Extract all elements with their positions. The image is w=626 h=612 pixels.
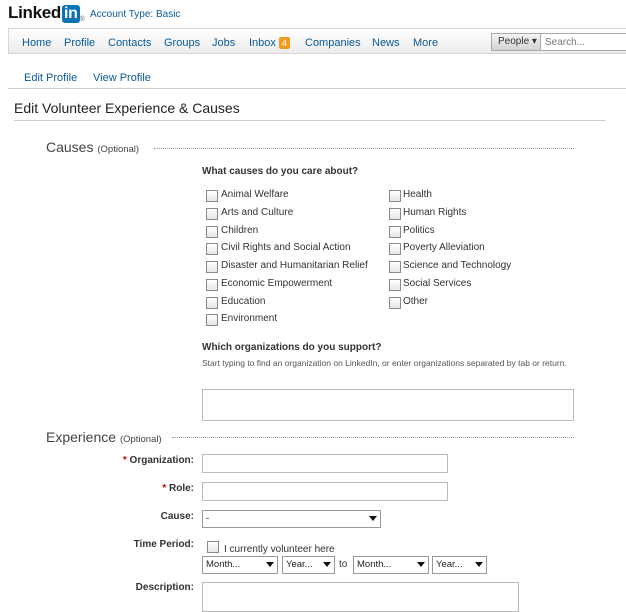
nav-home[interactable]: Home <box>22 37 51 49</box>
to-text: to <box>339 559 348 570</box>
organization-label: * Organization: <box>94 455 194 466</box>
label-animal-welfare: Animal Welfare <box>221 189 289 200</box>
time-period-label: Time Period: <box>133 539 194 550</box>
checkbox-currently-volunteer[interactable] <box>207 541 219 553</box>
title-divider <box>14 120 606 121</box>
nav-jobs[interactable]: Jobs <box>212 37 235 49</box>
label-currently-volunteer: I currently volunteer here <box>224 544 335 555</box>
causes-question: What causes do you care about? <box>202 166 359 177</box>
end-year-select[interactable]: Year... <box>432 556 487 574</box>
end-month-select[interactable]: Month... <box>353 556 429 574</box>
organizations-help: Start typing to find an organization on … <box>202 358 567 368</box>
start-month-select[interactable]: Month... <box>202 556 278 574</box>
checkbox-disaster-relief[interactable] <box>206 261 218 273</box>
label-science-technology: Science and Technology <box>403 260 512 271</box>
checkbox-education[interactable] <box>206 297 218 309</box>
role-label-text: Role: <box>169 483 194 494</box>
checkbox-children[interactable] <box>206 226 218 238</box>
checkbox-poverty-alleviation[interactable] <box>389 243 401 255</box>
nav-contacts[interactable]: Contacts <box>108 37 151 49</box>
checkbox-arts-and-culture[interactable] <box>206 208 218 220</box>
label-health: Health <box>403 189 432 200</box>
causes-heading: Causes (Optional) <box>46 139 139 155</box>
cause-label: Cause: <box>160 511 194 522</box>
label-arts-and-culture: Arts and Culture <box>221 207 294 218</box>
checkbox-politics[interactable] <box>389 226 401 238</box>
chevron-down-icon <box>266 562 274 567</box>
label-education: Education <box>221 296 266 307</box>
nav-inbox[interactable]: Inbox 4 <box>249 37 290 49</box>
cause-select[interactable]: - <box>202 510 381 528</box>
label-poverty-alleviation: Poverty Alleviation <box>403 242 485 253</box>
required-marker: * <box>162 483 167 494</box>
label-social-services: Social Services <box>403 278 472 289</box>
experience-optional: (Optional) <box>119 434 162 445</box>
view-profile-link[interactable]: View Profile <box>93 72 151 84</box>
nav-groups[interactable]: Groups <box>164 37 200 49</box>
logo-registered: ® <box>79 16 85 23</box>
inbox-count-badge: 4 <box>278 37 290 49</box>
label-children: Children <box>221 225 259 236</box>
checkbox-environment[interactable] <box>206 314 218 326</box>
chevron-down-icon <box>369 516 377 521</box>
logo-in-mark: in <box>62 5 80 23</box>
cause-select-value: - <box>206 513 210 524</box>
label-other: Other <box>403 296 429 307</box>
organizations-textarea[interactable] <box>202 389 574 421</box>
label-human-rights: Human Rights <box>403 207 467 218</box>
checkbox-human-rights[interactable] <box>389 208 401 220</box>
label-environment: Environment <box>221 313 278 324</box>
nav-companies[interactable]: Companies <box>305 37 361 49</box>
checkbox-social-services[interactable] <box>389 279 401 291</box>
main-nav: Home Profile Contacts Groups Jobs Inbox 4… <box>8 28 626 54</box>
experience-divider <box>172 437 574 438</box>
checkbox-civil-rights[interactable] <box>206 243 218 255</box>
role-label: * Role: <box>94 483 194 494</box>
nav-profile[interactable]: Profile <box>64 37 95 49</box>
profile-subnav: Edit Profile View Profile <box>8 70 626 89</box>
checkbox-health[interactable] <box>389 190 401 202</box>
end-year-value: Year... <box>436 559 463 570</box>
checkbox-animal-welfare[interactable] <box>206 190 218 202</box>
checkbox-science-technology[interactable] <box>389 261 401 273</box>
causes-divider <box>154 148 574 149</box>
chevron-down-icon <box>417 562 425 567</box>
description-label: Description: <box>135 582 194 593</box>
label-politics: Politics <box>403 225 435 236</box>
checkbox-other[interactable] <box>389 297 401 309</box>
end-month-value: Month... <box>357 559 392 570</box>
search-scope-dropdown[interactable]: People ▾ <box>491 33 541 51</box>
start-year-value: Year... <box>286 559 313 570</box>
description-textarea[interactable] <box>202 582 519 612</box>
chevron-down-icon <box>323 562 331 567</box>
checkbox-economic-empowerment[interactable] <box>206 279 218 291</box>
nav-inbox-label: Inbox <box>249 37 276 49</box>
organization-label-text: Organization: <box>129 455 194 466</box>
causes-heading-text: Causes <box>46 139 94 155</box>
role-input[interactable] <box>202 482 448 501</box>
experience-heading-text: Experience <box>46 429 117 445</box>
required-marker: * <box>122 455 127 466</box>
start-year-select[interactable]: Year... <box>282 556 335 574</box>
logo-word: Linked <box>8 3 61 22</box>
search-input[interactable] <box>541 33 626 51</box>
organizations-question: Which organizations do you support? <box>202 342 382 353</box>
organization-input[interactable] <box>202 454 448 473</box>
label-economic-empowerment: Economic Empowerment <box>221 278 333 289</box>
experience-heading: Experience (Optional) <box>46 429 162 445</box>
label-civil-rights: Civil Rights and Social Action <box>221 242 351 253</box>
chevron-down-icon <box>475 562 483 567</box>
nav-more[interactable]: More <box>413 37 438 49</box>
causes-optional: (Optional) <box>97 144 140 155</box>
start-month-value: Month... <box>206 559 241 570</box>
edit-profile-link[interactable]: Edit Profile <box>24 72 77 84</box>
label-disaster-relief: Disaster and Humanitarian Relief <box>221 260 368 271</box>
linkedin-logo[interactable]: Linked in ® <box>8 3 85 23</box>
nav-news[interactable]: News <box>372 37 400 49</box>
page-title: Edit Volunteer Experience & Causes <box>14 100 240 116</box>
account-type[interactable]: Account Type: Basic <box>90 9 180 20</box>
